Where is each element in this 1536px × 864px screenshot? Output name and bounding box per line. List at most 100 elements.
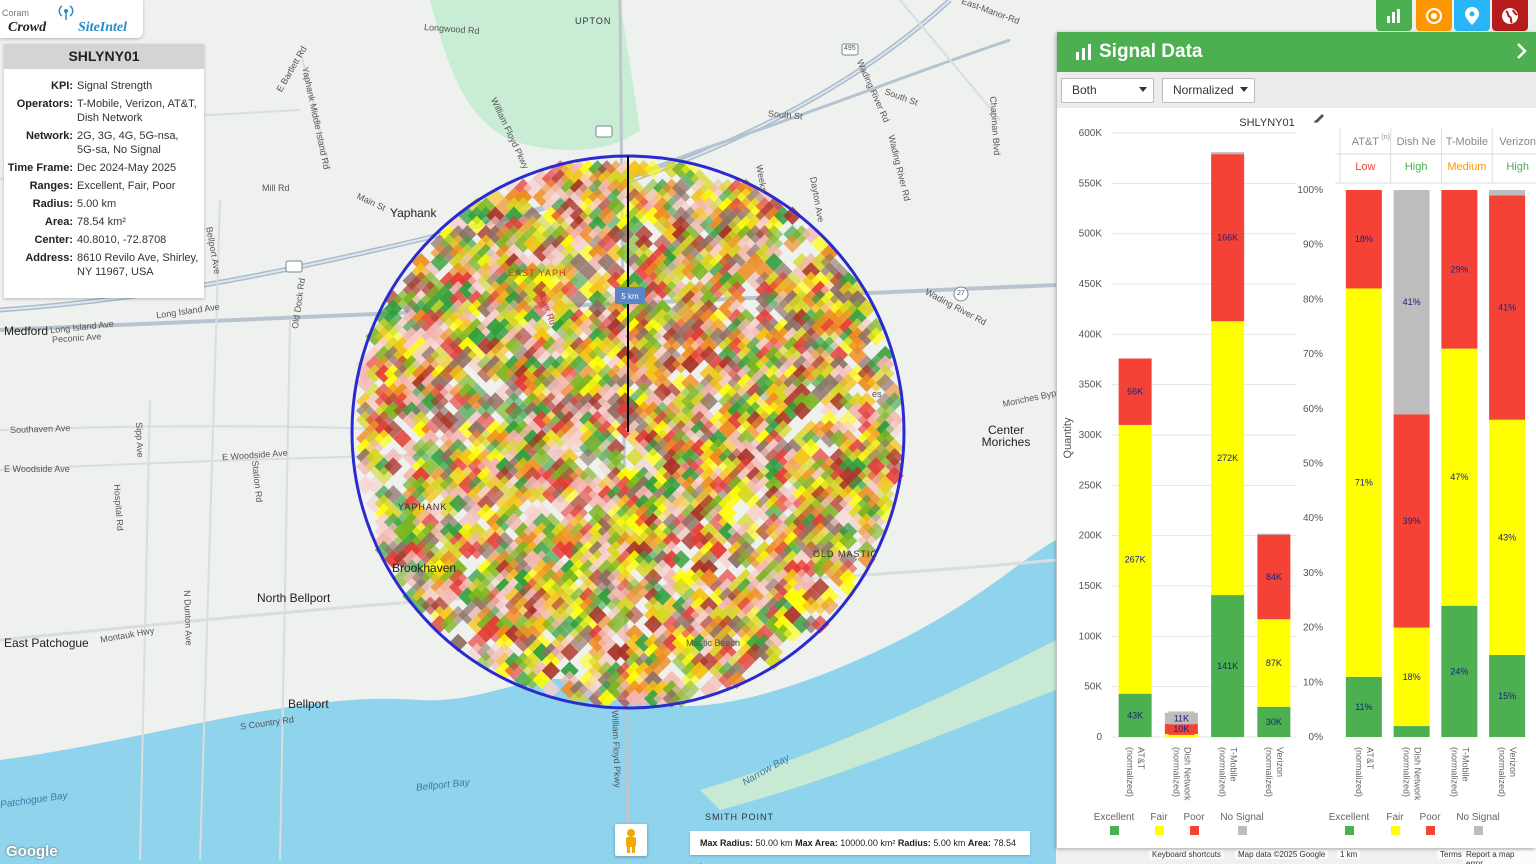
x-tick-label: AT&T: [1136, 747, 1146, 770]
map-pin-icon: [1465, 6, 1479, 25]
bar-segment: [1393, 726, 1430, 737]
x-tick-label: (normalized): [1497, 747, 1507, 797]
site-info-value: Dec 2024-May 2025: [77, 162, 177, 174]
label-southaven: Southaven Ave: [9, 422, 71, 436]
data-label: 24%: [1450, 666, 1468, 676]
legend-label: Fair: [1150, 812, 1168, 823]
data-label: 47%: [1450, 472, 1468, 482]
bar-chart-icon: [1076, 44, 1091, 60]
legend-swatch: [1474, 826, 1483, 835]
chart-title: SHLYNY01: [1239, 117, 1294, 129]
site-info-row: Center: 40.8010, -72.8708: [4, 231, 199, 249]
label-medford: Medford: [4, 324, 49, 338]
data-label: 30K: [1266, 717, 1282, 727]
site-info-key: Time Frame:: [7, 162, 73, 174]
rating-header: Dish Ne: [1397, 136, 1436, 148]
signal-data-button[interactable]: [1376, 0, 1412, 31]
y-tick-label: 0: [1096, 732, 1102, 743]
label-old-mastic: OLD MASTIC: [813, 549, 879, 559]
label-east-patchogue: East Patchogue: [4, 636, 89, 650]
site-info-value: 40.8010, -72.8708: [77, 234, 167, 246]
y-tick-label: 50K: [1084, 682, 1102, 693]
street-view-button[interactable]: [615, 824, 647, 856]
x-tick-label: T-Mobile: [1229, 747, 1239, 782]
site-info-key: Ranges:: [29, 180, 73, 192]
y-tick-label: 600K: [1079, 128, 1103, 139]
bar-chart-icon: [1387, 8, 1400, 23]
site-info-row: Area: 78.54 km²: [4, 213, 199, 231]
data-label: 11%: [1355, 702, 1372, 712]
y-tick-label: 150K: [1079, 581, 1103, 592]
site-info-key: Address:: [25, 252, 73, 264]
signal-data-panel: Signal Data Both Normalized SHLYNY01 0 50K…: [1057, 32, 1536, 848]
legend-label: Excellent: [1329, 812, 1370, 823]
keyboard-shortcuts-link[interactable]: Keyboard shortcuts: [1149, 850, 1224, 859]
site-info-row: Network: 2G, 3G, 4G, 5G-nsa, 5G-sa, No Si…: [4, 127, 199, 159]
y-tick-label: 500K: [1079, 229, 1103, 240]
site-info-value: 5.00 km: [77, 198, 117, 210]
data-label: 272K: [1217, 453, 1238, 463]
label-sipp-ave: Sipp Ave: [134, 422, 146, 458]
label-rte-495: 495: [844, 45, 856, 52]
y-tick-label: 350K: [1079, 380, 1103, 391]
data-label: 39%: [1403, 516, 1421, 526]
logo-text-crowd: Crowd: [8, 20, 47, 35]
site-info-key: Area:: [44, 216, 73, 228]
x-tick-label: Dish Network: [1413, 747, 1423, 801]
legend-label: Excellent: [1094, 812, 1135, 823]
label-smith-point: SMITH POINT: [705, 812, 774, 822]
normalization-value: Normalized: [1173, 83, 1234, 97]
y-tick-label: 400K: [1079, 329, 1103, 340]
google-logo: Google: [6, 843, 58, 860]
target-button[interactable]: [1416, 0, 1452, 31]
legend-label: No Signal: [1456, 812, 1499, 823]
data-label: 43K: [1127, 710, 1143, 720]
site-info-row: Radius: 5.00 km: [4, 195, 199, 213]
operator-mode-value: Both: [1072, 83, 1097, 97]
y-tick-label: 450K: [1079, 279, 1103, 290]
legend-label: No Signal: [1220, 812, 1263, 823]
site-info-key: Operators:: [16, 98, 73, 110]
label-woodside: E Woodside Ave: [4, 464, 70, 474]
panel-title: Signal Data: [1099, 41, 1203, 62]
radius-badge: 5 km: [621, 292, 639, 301]
rating-value: High: [1405, 161, 1428, 173]
rating-value: High: [1506, 161, 1529, 173]
site-info-key: Center:: [34, 234, 73, 246]
operator-mode-select[interactable]: Both: [1061, 78, 1154, 103]
crowdsiteintel-logo: Coram Crowd SiteIntel: [0, 0, 143, 38]
x-tick-label: T-Mobile: [1460, 747, 1470, 782]
x-tick-label: (normalized): [1354, 747, 1364, 797]
y-tick-label: 200K: [1079, 531, 1103, 542]
bar-segment: [1257, 533, 1291, 535]
globe-button[interactable]: [1492, 0, 1528, 31]
site-info-key: Radius:: [32, 198, 73, 210]
label-brookhaven: Brookhaven: [392, 561, 457, 575]
label-ndunton: N Dunton Ave: [182, 590, 194, 646]
report-error-link[interactable]: Report a map error: [1463, 850, 1536, 864]
label-upton: UPTON: [575, 16, 612, 26]
y-tick-label: 70%: [1303, 349, 1323, 360]
data-label: 15%: [1498, 691, 1516, 701]
legend-swatch: [1190, 826, 1199, 835]
label-es: es: [872, 389, 882, 399]
rating-header: AT&T: [1352, 136, 1380, 148]
terms-link[interactable]: Terms: [1437, 850, 1465, 859]
chevron-right-icon[interactable]: [1516, 42, 1528, 60]
rating-value: Low: [1355, 161, 1375, 173]
x-tick-label: Dish Network: [1182, 747, 1192, 801]
data-label: 166K: [1217, 233, 1238, 243]
normalization-select[interactable]: Normalized: [1162, 78, 1255, 103]
legend-swatch: [1155, 826, 1164, 835]
location-button[interactable]: [1454, 0, 1490, 31]
legend-swatch: [1426, 826, 1435, 835]
site-info-row: Address: 8610 Revilo Ave, Shirley, NY 119…: [4, 249, 199, 281]
antenna-icon: [58, 5, 74, 20]
x-tick-label: (normalized): [1171, 747, 1181, 797]
logo-corner-text: Coram: [2, 8, 30, 18]
panel-toolbar: Both Normalized: [1057, 72, 1536, 108]
label-yaphank-2: YAPHANK: [398, 502, 448, 512]
x-tick-label: (normalized): [1264, 747, 1274, 797]
site-info-table: KPI: Signal Strength Operators: T-Mobile, V…: [4, 77, 199, 281]
chevron-down-icon: [1240, 87, 1248, 92]
